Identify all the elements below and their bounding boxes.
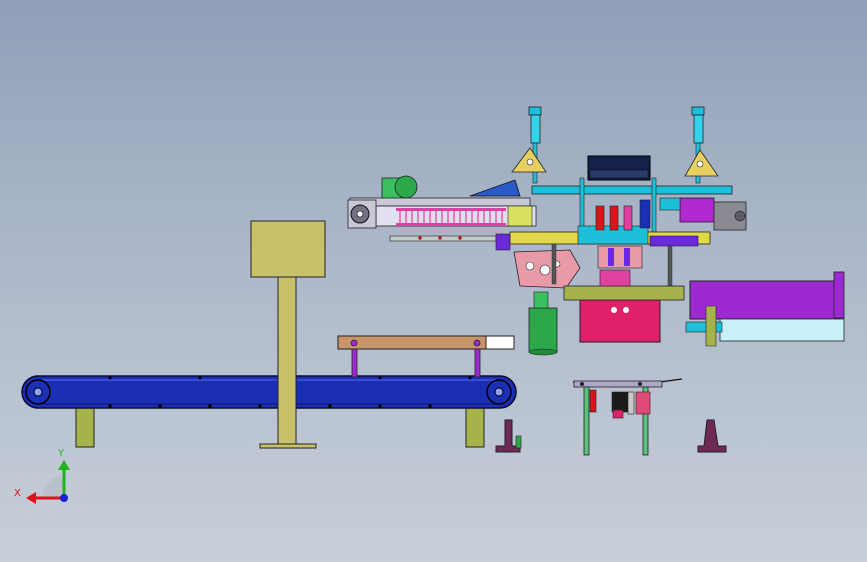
conveyor-pulley-left-axle (33, 387, 43, 397)
table-top-extension (485, 335, 515, 350)
sign-stand[interactable] (250, 220, 326, 449)
triad-base-sector (42, 476, 64, 498)
drive-motor-top (381, 175, 418, 201)
table-leg-left (351, 348, 358, 378)
vertical-shaft (583, 386, 590, 456)
table-leg-cap (473, 339, 481, 347)
table-leg-cap (350, 339, 358, 347)
floor-bracket-right (697, 419, 727, 453)
sprocket-housing (347, 199, 377, 229)
z-axis-dot (60, 494, 68, 502)
y-axis-label: Y (57, 448, 65, 459)
table-leg-right (474, 348, 481, 378)
sign-panel (250, 220, 326, 278)
chute-wedge (469, 179, 521, 197)
table-top (337, 335, 487, 350)
floor-bracket-left (495, 419, 522, 453)
transfer-table[interactable] (337, 335, 515, 378)
conveyor-belt (21, 375, 517, 409)
conveyor-pulley-right-axle (494, 387, 504, 397)
axis-triad: Y X (14, 448, 70, 504)
main-machine[interactable] (347, 106, 845, 356)
drive-housing-right (679, 197, 715, 223)
assembly-model-view[interactable]: Y X (0, 0, 867, 562)
feeder-rail-upper (349, 197, 531, 207)
conveyor-leg-left (75, 404, 95, 448)
belt-conveyor[interactable] (21, 375, 517, 448)
guide-rail (389, 235, 497, 242)
vertical-motor (528, 291, 558, 356)
top-crossbeam (531, 185, 733, 195)
lower-transfer-station[interactable] (573, 378, 683, 456)
cad-viewport[interactable]: Y X (0, 0, 867, 562)
sign-base (259, 443, 317, 449)
discharge-hopper (685, 271, 845, 347)
main-housing (579, 299, 661, 343)
x-axis-label: X (14, 488, 21, 499)
conveyor-leg-right (465, 404, 485, 448)
sign-post (277, 276, 297, 448)
